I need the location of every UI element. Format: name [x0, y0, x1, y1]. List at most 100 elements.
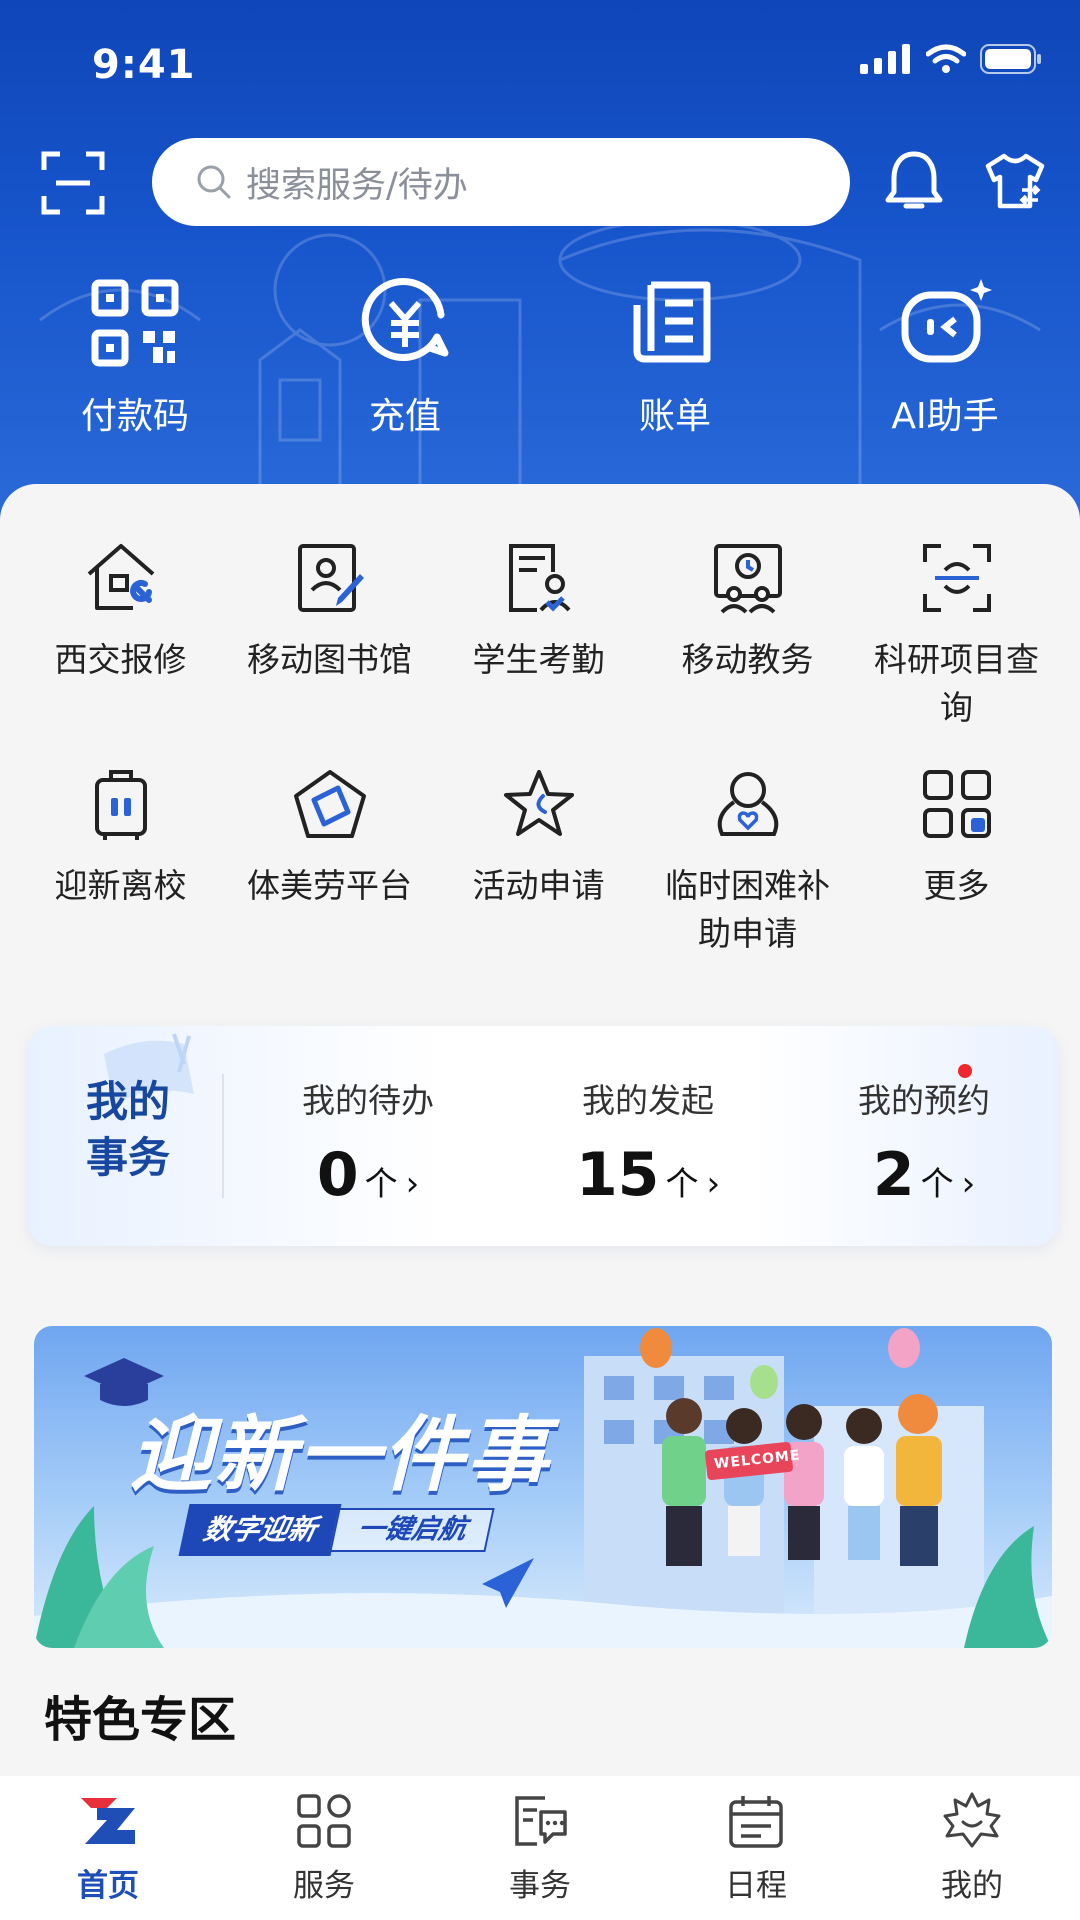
- tab-profile[interactable]: 我的: [864, 1776, 1080, 1920]
- service-sports-arts[interactable]: 体美劳平台: [225, 766, 434, 958]
- pentagon-icon: [293, 770, 366, 838]
- theme-shirt-icon[interactable]: [984, 150, 1046, 212]
- battery-icon: [980, 44, 1041, 74]
- quick-bill[interactable]: 账单: [540, 275, 810, 439]
- booking-number: 2: [872, 1140, 915, 1210]
- quick-recharge[interactable]: 充值: [270, 275, 540, 439]
- home-logo-icon: [81, 1798, 135, 1844]
- tab-label-profile: 我的: [941, 1868, 1003, 1904]
- service-label: 移动图书馆: [247, 640, 412, 679]
- initiated-label: 我的发起: [582, 1081, 714, 1120]
- quick-label-ai-assistant: AI助手: [891, 396, 999, 437]
- initiated-unit: 个: [665, 1164, 699, 1203]
- my-affairs-title: 我的 事务: [86, 1077, 171, 1182]
- banner-tag-launch: 一键启航: [329, 1508, 495, 1552]
- featured-section-title: 特色专区: [44, 1692, 237, 1748]
- status-icons: [860, 44, 1042, 74]
- tab-home[interactable]: 首页: [0, 1776, 216, 1920]
- search-bar[interactable]: 搜索服务/待办: [152, 138, 850, 226]
- todo-label: 我的待办: [302, 1081, 434, 1120]
- service-label: 科研项目查询: [874, 640, 1039, 727]
- booking-badge-dot: [958, 1064, 972, 1078]
- status-time: 9:41: [92, 42, 196, 88]
- signal-icon: [860, 44, 910, 74]
- service-activity[interactable]: 活动申请: [434, 766, 643, 958]
- quick-ai-assistant[interactable]: AI助手: [810, 275, 1080, 439]
- tab-schedule[interactable]: 日程: [648, 1776, 864, 1920]
- ai-assistant-icon: [901, 279, 992, 363]
- service-grid: 西交报修 移动图书馆 学生考勤 移动教务 科研项目查询 迎新离校 体美劳平台 活…: [0, 540, 1080, 958]
- todo-number: 0: [316, 1140, 359, 1210]
- service-repair[interactable]: 西交报修: [16, 540, 225, 732]
- service-academic[interactable]: 移动教务: [643, 540, 852, 732]
- booking-unit: 个: [920, 1164, 954, 1203]
- service-research[interactable]: 科研项目查询: [852, 540, 1061, 732]
- house-repair-icon: [87, 544, 154, 610]
- bottom-tab-bar: 首页 服务 事务 日程 我的: [0, 1776, 1080, 1920]
- wifi-icon: [926, 44, 966, 73]
- affairs-chat-icon: [515, 1796, 567, 1846]
- scan-icon[interactable]: [40, 150, 106, 216]
- quick-label-recharge: 充值: [368, 396, 441, 437]
- services-grid-icon: [297, 1794, 351, 1848]
- tab-label-affairs: 事务: [509, 1868, 571, 1904]
- banner-title: 迎新一件事: [130, 1408, 550, 1503]
- my-affairs-card: 我的 事务 我的待办 0 个 › 我的发起 15 个 › 我的预约 2 个 ›: [28, 1026, 1058, 1246]
- todo-count[interactable]: 我的待办 0 个 ›: [248, 1074, 488, 1210]
- bill-icon: [633, 281, 711, 363]
- academic-affairs-icon: [713, 544, 782, 614]
- top-bar: 搜索服务/待办: [0, 138, 1080, 228]
- service-welcome-leave[interactable]: 迎新离校: [16, 766, 225, 958]
- tab-label-services: 服务: [293, 1868, 355, 1904]
- luggage-icon: [94, 770, 147, 840]
- service-hardship-aid[interactable]: 临时困难补助申请: [643, 766, 852, 958]
- yuan-coin-icon: [361, 278, 449, 361]
- service-label: 体美劳平台: [247, 866, 412, 905]
- service-label: 移动教务: [681, 640, 814, 679]
- library-icon: [297, 544, 364, 612]
- divider: [222, 1074, 224, 1198]
- quick-pay-code[interactable]: 付款码: [0, 275, 270, 439]
- initiated-number: 15: [575, 1140, 660, 1210]
- research-scan-icon: [922, 544, 991, 612]
- service-label: 更多: [923, 866, 990, 905]
- search-placeholder: 搜索服务/待办: [246, 165, 468, 206]
- qr-code-icon: [91, 279, 179, 367]
- more-grid-icon: [922, 770, 991, 838]
- banner-tag-digital: 数字迎新: [178, 1504, 342, 1556]
- bell-icon[interactable]: [884, 148, 944, 214]
- tab-label-home: 首页: [77, 1868, 139, 1904]
- profile-leaf-icon: [943, 1792, 1001, 1848]
- initiated-count[interactable]: 我的发起 15 个 ›: [528, 1074, 768, 1210]
- quick-label-bill: 账单: [638, 396, 711, 437]
- main-panel: 西交报修 移动图书馆 学生考勤 移动教务 科研项目查询 迎新离校 体美劳平台 活…: [0, 484, 1080, 1784]
- service-label: 学生考勤: [472, 640, 605, 679]
- tab-label-schedule: 日程: [725, 1868, 787, 1904]
- service-label: 西交报修: [54, 640, 187, 679]
- chevron-right-icon: ›: [405, 1164, 420, 1204]
- quick-actions: 付款码 充值 账单 AI助手: [0, 275, 1080, 439]
- calendar-icon: [729, 1796, 783, 1848]
- welcome-banner[interactable]: WELCOME 迎新一件事 数字迎新 一键启航: [34, 1326, 1052, 1648]
- booking-label: 我的预约: [858, 1081, 990, 1120]
- todo-unit: 个: [364, 1164, 398, 1203]
- search-icon: [197, 165, 231, 199]
- quick-label-pay-code: 付款码: [80, 396, 189, 437]
- service-label: 活动申请: [472, 866, 605, 905]
- booking-count[interactable]: 我的预约 2 个 ›: [804, 1074, 1044, 1210]
- service-label: 临时困难补助申请: [665, 866, 830, 953]
- tab-services[interactable]: 服务: [216, 1776, 432, 1920]
- header-hero: 9:41 搜索服务/待办 付款码 充值 账单 AI助手: [0, 0, 1080, 520]
- attendance-icon: [508, 544, 571, 612]
- service-row-2: 迎新离校 体美劳平台 活动申请 临时困难补助申请 更多: [16, 766, 1080, 958]
- tab-affairs[interactable]: 事务: [432, 1776, 648, 1920]
- star-icon: [503, 770, 574, 836]
- chevron-right-icon: ›: [706, 1164, 721, 1204]
- service-row-1: 西交报修 移动图书馆 学生考勤 移动教务 科研项目查询: [16, 540, 1080, 732]
- service-label: 迎新离校: [54, 866, 187, 905]
- service-attendance[interactable]: 学生考勤: [434, 540, 643, 732]
- status-bar: 9:41: [0, 0, 1080, 120]
- chevron-right-icon: ›: [961, 1164, 976, 1204]
- service-more[interactable]: 更多: [852, 766, 1061, 958]
- service-library[interactable]: 移动图书馆: [225, 540, 434, 732]
